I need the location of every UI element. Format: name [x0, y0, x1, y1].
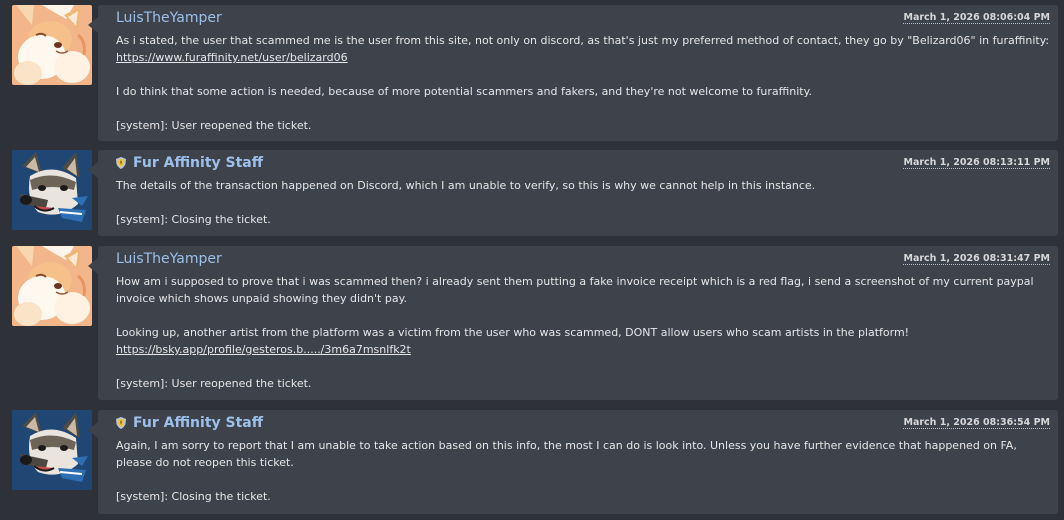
post-text: As i stated, the user that scammed me is… [116, 34, 1050, 47]
username-link[interactable]: LuisTheYamper [116, 251, 222, 267]
post-text: Looking up, another artist from the plat… [116, 326, 910, 339]
post-body: How am i supposed to prove that i was sc… [116, 273, 1050, 392]
post-bubble: LuisTheYamper March 1, 2026 08:31:47 PM … [88, 246, 1058, 400]
staff-username[interactable]: Fur Affinity Staff [133, 155, 263, 171]
post-4: Fur Affinity Staff March 1, 2026 08:36:5… [0, 410, 1064, 514]
bubble-arrow [88, 162, 98, 178]
post-timestamp: March 1, 2026 08:06:04 PM [903, 12, 1050, 24]
post-2: Fur Affinity Staff March 1, 2026 08:13:1… [0, 150, 1064, 236]
system-message: [system]: User reopened the ticket. [116, 377, 312, 390]
shield-badge-icon [116, 417, 126, 429]
user-avatar-icon[interactable] [12, 5, 92, 85]
post-body: Again, I am sorry to report that I am un… [116, 437, 1050, 505]
ticket-thread: LuisTheYamper March 1, 2026 08:06:04 PM … [0, 0, 1064, 520]
post-bubble: Fur Affinity Staff March 1, 2026 08:13:1… [88, 150, 1058, 236]
post-bubble: Fur Affinity Staff March 1, 2026 08:36:5… [88, 410, 1058, 514]
external-link[interactable]: https://bsky.app/profile/gesteros.b.....… [116, 343, 411, 356]
post-text: The details of the transaction happened … [116, 179, 816, 192]
staff-username[interactable]: Fur Affinity Staff [133, 415, 263, 431]
staff-name[interactable]: Fur Affinity Staff [116, 155, 263, 171]
bubble-arrow [88, 422, 98, 438]
post-text: Again, I am sorry to report that I am un… [116, 439, 1017, 469]
staff-avatar-icon[interactable] [12, 410, 92, 490]
post-timestamp: March 1, 2026 08:13:11 PM [903, 157, 1050, 169]
post-body: As i stated, the user that scammed me is… [116, 32, 1050, 134]
staff-name[interactable]: Fur Affinity Staff [116, 415, 263, 431]
post-timestamp: March 1, 2026 08:36:54 PM [903, 417, 1050, 429]
bubble-arrow [88, 17, 98, 33]
shield-badge-icon [116, 157, 126, 169]
staff-avatar-icon[interactable] [12, 150, 92, 230]
system-message: [system]: Closing the ticket. [116, 490, 271, 503]
post-bubble: LuisTheYamper March 1, 2026 08:06:04 PM … [88, 5, 1058, 141]
username-link[interactable]: LuisTheYamper [116, 10, 222, 26]
post-text: I do think that some action is needed, b… [116, 85, 813, 98]
profile-link[interactable]: https://www.furaffinity.net/user/belizar… [116, 51, 348, 64]
user-avatar-icon[interactable] [12, 246, 92, 326]
system-message: [system]: User reopened the ticket. [116, 119, 312, 132]
post-1: LuisTheYamper March 1, 2026 08:06:04 PM … [0, 5, 1064, 141]
post-body: The details of the transaction happened … [116, 177, 1050, 228]
post-timestamp: March 1, 2026 08:31:47 PM [903, 253, 1050, 265]
bubble-arrow [88, 258, 98, 274]
system-message: [system]: Closing the ticket. [116, 213, 271, 226]
post-text: How am i supposed to prove that i was sc… [116, 275, 1034, 305]
post-3: LuisTheYamper March 1, 2026 08:31:47 PM … [0, 246, 1064, 400]
